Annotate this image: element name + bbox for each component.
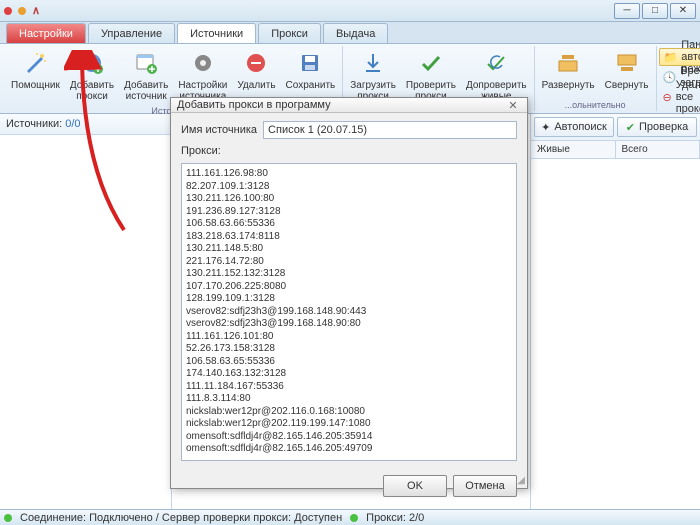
tab-proxy[interactable]: Прокси [258, 23, 321, 43]
collapse-label: Свернуть [605, 80, 649, 91]
download-icon [359, 49, 387, 77]
titlebar: ∧ ─ □ ✕ [0, 0, 700, 22]
right-panel-tabs: ✦Автопоиск ✔Проверка [531, 114, 700, 141]
dialog-buttons: OK Отмена [171, 469, 527, 503]
resize-grip-icon[interactable]: ◢ [517, 475, 525, 486]
sources-header: Источники: 0/0 [0, 114, 171, 135]
right-panel: ✦Автопоиск ✔Проверка Живые Всего [530, 114, 700, 509]
recheck-icon [482, 49, 510, 77]
right-list[interactable] [531, 159, 700, 509]
ok-button[interactable]: OK [383, 475, 447, 497]
delete-label: Удалить [237, 80, 275, 91]
total-col: Всего [616, 141, 700, 158]
check-icon [417, 49, 445, 77]
sources-count: 0/0 [65, 118, 80, 130]
dialog-close-icon[interactable]: ✕ [505, 98, 521, 112]
add-proxy-label: Добавить прокси [70, 80, 114, 102]
add-proxy-button[interactable]: Добавить прокси [65, 46, 119, 105]
dialog-titlebar[interactable]: Добавить прокси в программу ✕ [171, 98, 527, 113]
minimize-button[interactable]: ─ [614, 3, 640, 19]
tab-output[interactable]: Выдача [323, 23, 388, 43]
status-dot-icon [4, 514, 12, 522]
collapse-button[interactable]: Свернуть [600, 46, 654, 94]
folder-icon: 📁 [664, 51, 678, 64]
save-label: Сохранить [286, 80, 336, 91]
wand-icon [21, 49, 49, 77]
proxy-list-label: Прокси: [181, 145, 517, 157]
proxy-textarea[interactable]: 111.161.126.98:80 82.207.109.1:3128 130.… [181, 163, 517, 461]
add-source-label: Добавить источник [124, 80, 168, 102]
statusbar: Соединение: Подключено / Сервер проверки… [0, 509, 700, 525]
delete-all-label: Удалить все прокси [676, 79, 700, 115]
dialog-body: Имя источника Прокси: 111.161.126.98:80 … [171, 113, 527, 469]
check-tab[interactable]: ✔Проверка [617, 117, 697, 137]
tab-settings[interactable]: Настройки [6, 23, 86, 43]
gear-icon [189, 49, 217, 77]
maximize-button[interactable]: □ [642, 3, 668, 19]
expand-button[interactable]: Развернуть [537, 46, 600, 94]
live-col: Живые [531, 141, 616, 158]
clock-icon: 🕓 [663, 71, 677, 84]
status-proxies: Прокси: 2/0 [366, 512, 424, 524]
dialog-title: Добавить прокси в программу [177, 99, 331, 111]
auto-mode-panel-button[interactable]: 📁Панель авто-режима [659, 48, 700, 66]
expand-icon [554, 49, 582, 77]
source-name-input[interactable] [263, 121, 517, 139]
close-window-button[interactable]: ✕ [670, 3, 696, 19]
status-dot-icon-2 [350, 514, 358, 522]
right-panel-header: Живые Всего [531, 141, 700, 159]
ribbon-group-extra-label: ...ольнительно [565, 99, 626, 111]
add-proxy-dialog: Добавить прокси в программу ✕ Имя источн… [170, 97, 528, 489]
tab-manage[interactable]: Управление [88, 23, 175, 43]
delete-all-icon: ⊖ [663, 91, 672, 104]
app-dot-red [4, 7, 12, 15]
source-name-label: Имя источника [181, 124, 257, 136]
add-source-button[interactable]: Добавить источник [119, 46, 173, 105]
status-connection: Соединение: Подключено / Сервер проверки… [20, 512, 342, 524]
helper-label: Помощник [11, 80, 60, 91]
title-icons: ∧ [4, 4, 40, 17]
save-icon [296, 49, 324, 77]
check-small-icon: ✔ [626, 121, 635, 134]
delete-icon [242, 49, 270, 77]
add-source-icon [132, 49, 160, 77]
cancel-button[interactable]: Отмена [453, 475, 517, 497]
helper-button[interactable]: Помощник [6, 46, 65, 105]
delete-all-button[interactable]: ⊖Удалить все прокси [659, 88, 700, 106]
autosearch-tab[interactable]: ✦Автопоиск [534, 117, 614, 137]
ribbon-side-panel: 📁Панель авто-режима 🕓Время загрузки ⊖Уда… [657, 46, 700, 111]
collapse-icon [613, 49, 641, 77]
tab-sources[interactable]: Источники [177, 23, 256, 43]
window-controls: ─ □ ✕ [614, 3, 696, 19]
sources-list[interactable] [0, 135, 171, 509]
app-dot-orange [18, 7, 26, 15]
app-logo-icon: ∧ [32, 4, 40, 17]
sources-panel: Источники: 0/0 [0, 114, 172, 509]
add-proxy-icon [78, 49, 106, 77]
main-tabs: Настройки Управление Источники Прокси Вы… [0, 22, 700, 44]
expand-label: Развернуть [542, 80, 595, 91]
magic-icon: ✦ [541, 121, 550, 134]
